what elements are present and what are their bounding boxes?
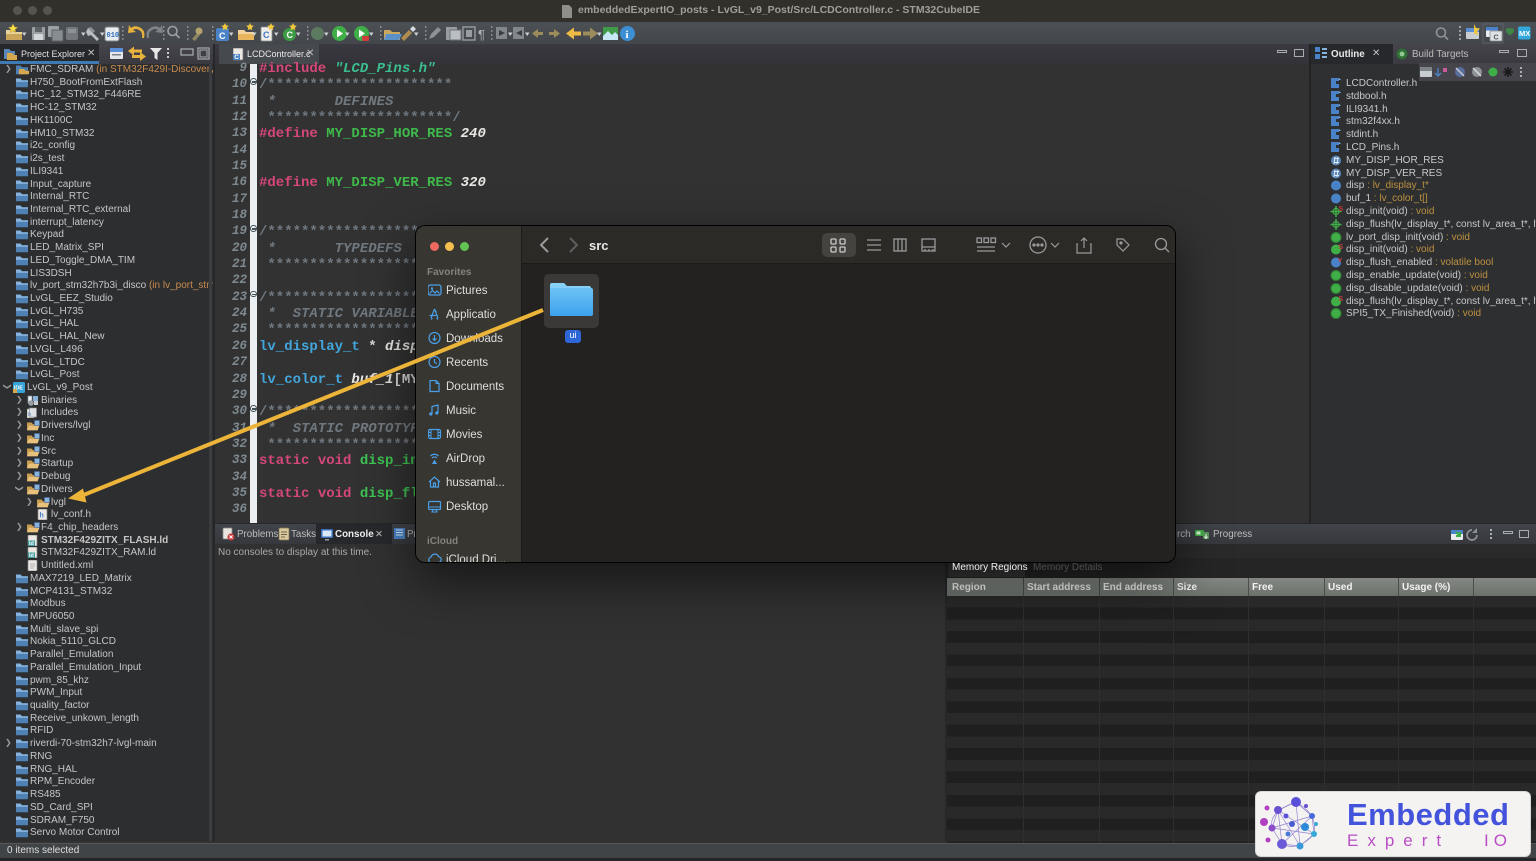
svg-text:C: C bbox=[263, 30, 270, 40]
svg-text:MX: MX bbox=[1519, 29, 1530, 38]
svg-text:S: S bbox=[1339, 296, 1344, 303]
svg-text:¶: ¶ bbox=[478, 27, 485, 42]
svg-text:C: C bbox=[1494, 35, 1499, 42]
svg-text:ld: ld bbox=[29, 541, 34, 546]
svg-text:i: i bbox=[626, 29, 629, 41]
svg-text:src: src bbox=[589, 238, 609, 253]
svg-text:S: S bbox=[1339, 206, 1344, 213]
svg-text:C: C bbox=[287, 30, 294, 40]
svg-text:S: S bbox=[1339, 244, 1344, 251]
svg-text:h: h bbox=[40, 513, 44, 520]
svg-text:010: 010 bbox=[107, 32, 120, 40]
svg-text:ld: ld bbox=[29, 553, 34, 558]
svg-text:v: v bbox=[1338, 257, 1342, 264]
svg-text:h: h bbox=[28, 412, 31, 418]
svg-text:C: C bbox=[219, 31, 226, 41]
